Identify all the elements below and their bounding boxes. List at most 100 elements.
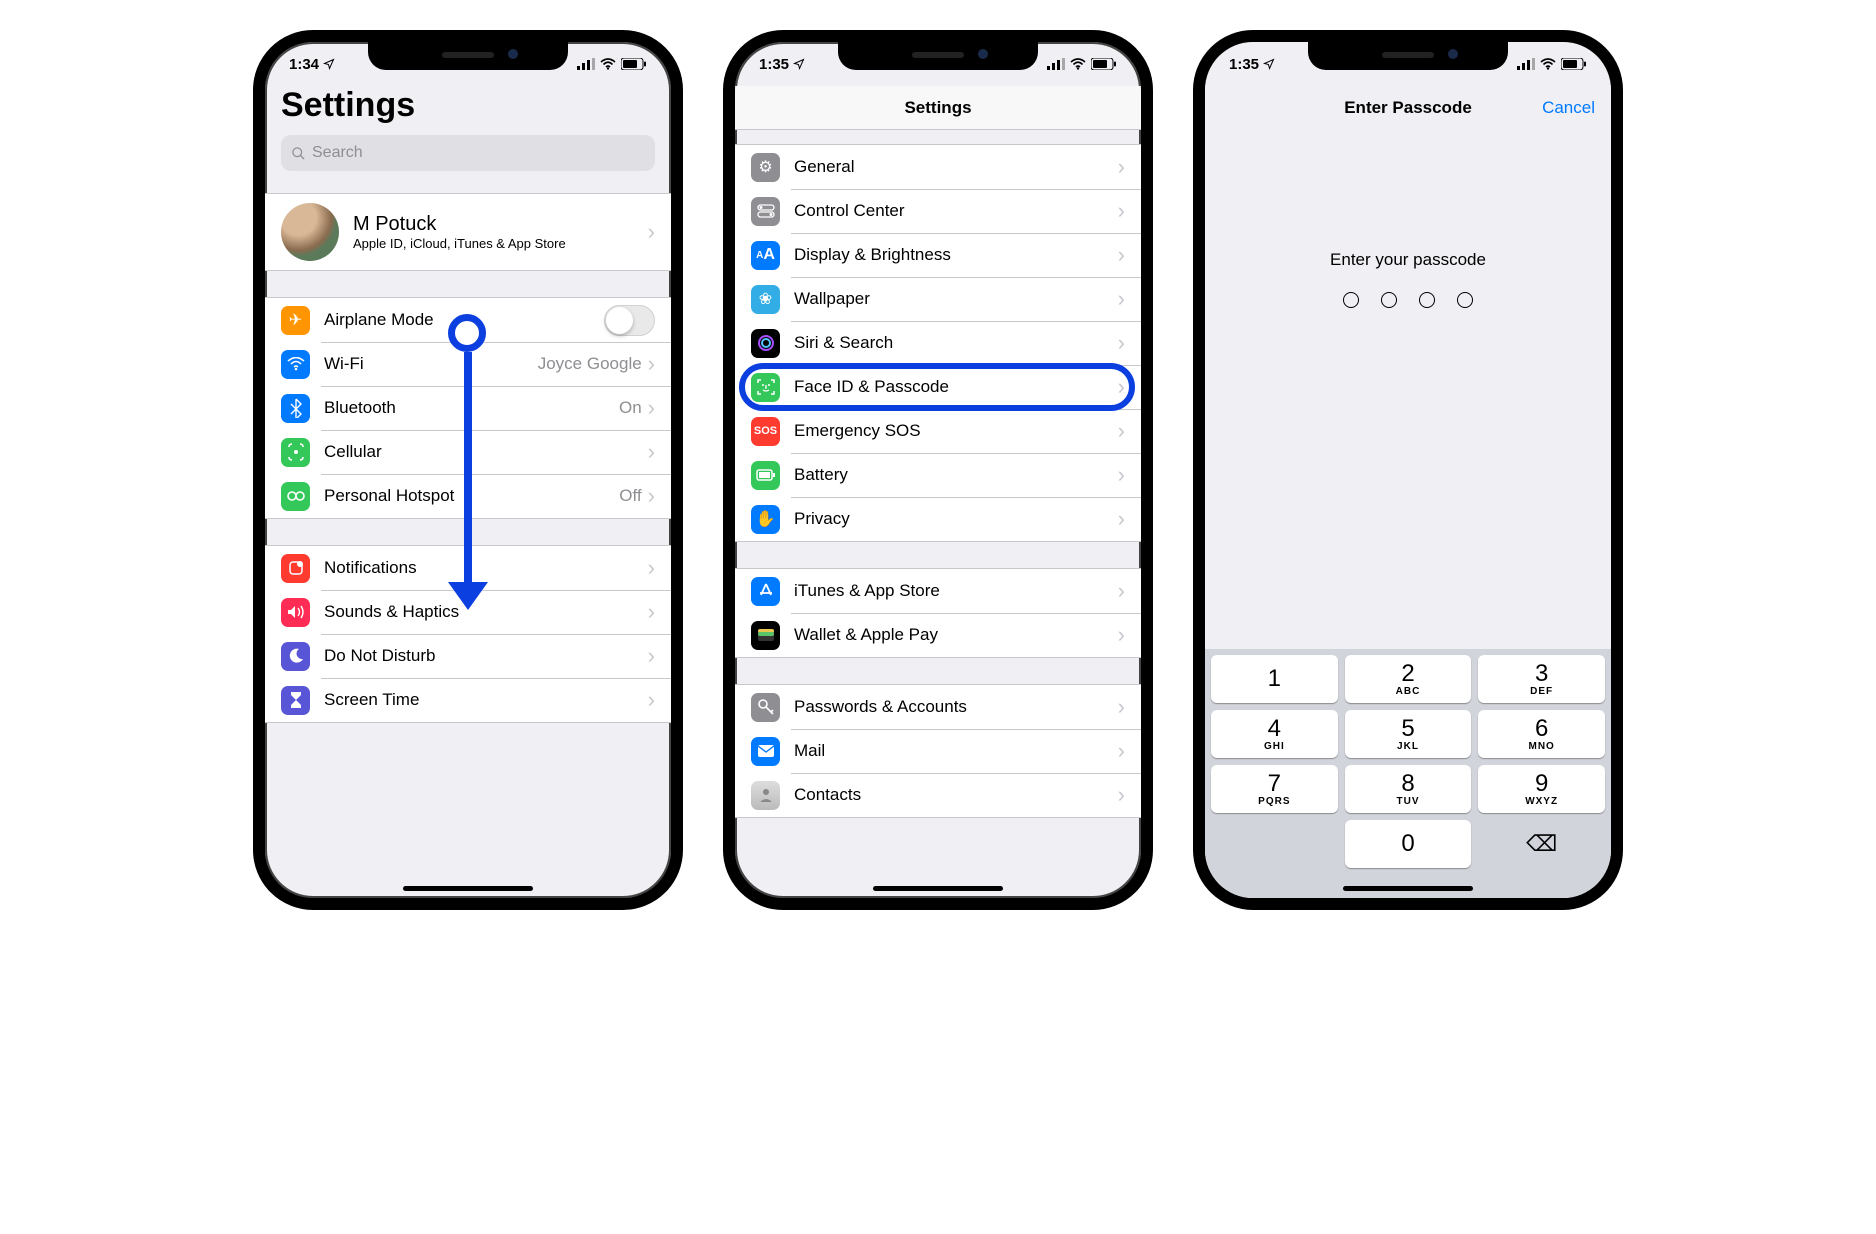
apple-id-row[interactable]: M Potuck Apple ID, iCloud, iTunes & App …	[265, 194, 671, 270]
hotspot-icon	[281, 482, 310, 511]
contacts-row[interactable]: Contacts›	[735, 773, 1141, 817]
key-2[interactable]: 2ABC	[1345, 655, 1472, 703]
nav-bar: Settings	[735, 86, 1141, 130]
contacts-icon	[751, 781, 780, 810]
chevron-right-icon: ›	[1118, 782, 1125, 808]
bluetooth-icon	[281, 394, 310, 423]
chevron-right-icon: ›	[648, 483, 655, 509]
key-7[interactable]: 7PQRS	[1211, 765, 1338, 813]
avatar	[281, 203, 339, 261]
passcode-dot	[1419, 292, 1435, 308]
chevron-right-icon: ›	[648, 687, 655, 713]
chevron-right-icon: ›	[648, 351, 655, 377]
delete-icon: ⌫	[1526, 831, 1557, 857]
passcode-prompt: Enter your passcode	[1205, 250, 1611, 270]
wallpaper-row[interactable]: ❀Wallpaper›	[735, 277, 1141, 321]
wallpaper-icon: ❀	[751, 285, 780, 314]
cellular-icon	[577, 58, 595, 70]
chevron-right-icon: ›	[648, 599, 655, 625]
chevron-right-icon: ›	[1118, 622, 1125, 648]
dnd-row[interactable]: Do Not Disturb ›	[265, 634, 671, 678]
key-0[interactable]: 0	[1345, 820, 1472, 868]
chevron-right-icon: ›	[1118, 374, 1125, 400]
passcode-dot	[1343, 292, 1359, 308]
faceid-row[interactable]: Face ID & Passcode›	[735, 365, 1141, 409]
faceid-icon	[751, 373, 780, 402]
mail-row[interactable]: Mail›	[735, 729, 1141, 773]
search-icon	[291, 146, 306, 161]
key-1[interactable]: 1	[1211, 655, 1338, 703]
chevron-right-icon: ›	[1118, 506, 1125, 532]
airplane-icon: ✈	[281, 306, 310, 335]
control-center-row[interactable]: Control Center›	[735, 189, 1141, 233]
key-5[interactable]: 5JKL	[1345, 710, 1472, 758]
nav-bar: Enter Passcode Cancel	[1205, 86, 1611, 130]
siri-row[interactable]: Siri & Search›	[735, 321, 1141, 365]
chevron-right-icon: ›	[1118, 330, 1125, 356]
moon-icon	[281, 642, 310, 671]
phone-settings-top: 1:34 Settings Search M Potuck Apple ID, …	[253, 30, 683, 910]
gear-icon: ⚙	[751, 153, 780, 182]
appstore-icon	[751, 577, 780, 606]
phone-passcode: 1:35 Enter Passcode Cancel Enter your pa…	[1193, 30, 1623, 910]
chevron-right-icon: ›	[1118, 154, 1125, 180]
wifi-icon	[281, 350, 310, 379]
battery-row[interactable]: Battery›	[735, 453, 1141, 497]
passcode-dots	[1205, 292, 1611, 308]
key-3[interactable]: 3DEF	[1478, 655, 1605, 703]
location-icon	[793, 58, 805, 70]
home-indicator[interactable]	[403, 886, 533, 891]
display-row[interactable]: AADisplay & Brightness›	[735, 233, 1141, 277]
chevron-right-icon: ›	[1118, 462, 1125, 488]
status-time: 1:35	[759, 56, 789, 73]
mail-icon	[751, 737, 780, 766]
chevron-right-icon: ›	[1118, 198, 1125, 224]
wifi-icon	[1070, 58, 1086, 70]
passwords-row[interactable]: Passwords & Accounts›	[735, 685, 1141, 729]
wifi-icon	[1540, 58, 1556, 70]
status-time: 1:35	[1229, 56, 1259, 73]
phone-settings-scrolled: 1:35 Settings ⚙General› Control Center› …	[723, 30, 1153, 910]
location-icon	[1263, 58, 1275, 70]
number-keypad: 1 2ABC 3DEF 4GHI 5JKL 6MNO 7PQRS 8TUV 9W…	[1205, 649, 1611, 898]
siri-icon	[751, 329, 780, 358]
home-indicator[interactable]	[1343, 886, 1473, 891]
wifi-icon	[600, 58, 616, 70]
home-indicator[interactable]	[873, 886, 1003, 891]
chevron-right-icon: ›	[648, 555, 655, 581]
sos-row[interactable]: SOSEmergency SOS›	[735, 409, 1141, 453]
search-placeholder: Search	[312, 144, 363, 162]
notch	[368, 42, 568, 70]
nav-title: Enter Passcode	[1344, 98, 1472, 118]
status-time: 1:34	[289, 56, 319, 73]
wallet-row[interactable]: Wallet & Apple Pay›	[735, 613, 1141, 657]
privacy-row[interactable]: ✋Privacy›	[735, 497, 1141, 541]
key-4[interactable]: 4GHI	[1211, 710, 1338, 758]
chevron-right-icon: ›	[648, 219, 655, 245]
chevron-right-icon: ›	[648, 643, 655, 669]
chevron-right-icon: ›	[1118, 738, 1125, 764]
battery-icon	[1561, 58, 1587, 70]
chevron-right-icon: ›	[648, 395, 655, 421]
key-6[interactable]: 6MNO	[1478, 710, 1605, 758]
notch	[838, 42, 1038, 70]
airplane-switch[interactable]	[604, 305, 655, 336]
cellular-icon	[281, 438, 310, 467]
key-8[interactable]: 8TUV	[1345, 765, 1472, 813]
wallet-icon	[751, 621, 780, 650]
battery-icon	[1091, 58, 1117, 70]
cancel-button[interactable]: Cancel	[1542, 98, 1595, 118]
search-field[interactable]: Search	[281, 135, 655, 171]
hand-icon: ✋	[751, 505, 780, 534]
nav-title: Settings	[904, 98, 971, 118]
general-row[interactable]: ⚙General›	[735, 145, 1141, 189]
scroll-down-annotation	[448, 314, 488, 610]
appstore-row[interactable]: iTunes & App Store›	[735, 569, 1141, 613]
sounds-icon	[281, 598, 310, 627]
key-delete[interactable]: ⌫	[1478, 820, 1605, 868]
passcode-dot	[1457, 292, 1473, 308]
battery-icon	[621, 58, 647, 70]
location-icon	[323, 58, 335, 70]
key-9[interactable]: 9WXYZ	[1478, 765, 1605, 813]
screentime-row[interactable]: Screen Time ›	[265, 678, 671, 722]
